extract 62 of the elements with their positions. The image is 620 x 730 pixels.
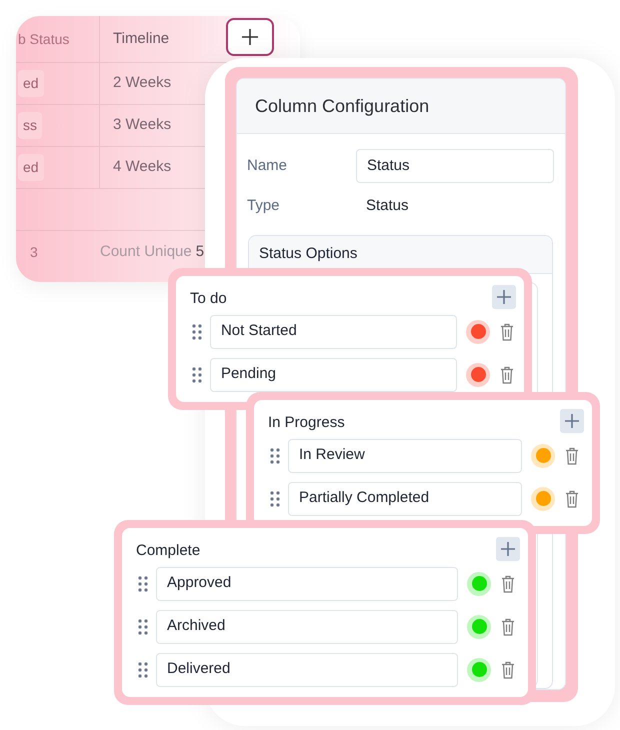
color-picker-button[interactable] <box>467 614 491 638</box>
footer-value: 3 <box>30 242 38 262</box>
drag-handle-icon[interactable] <box>138 576 148 592</box>
group-title: To do <box>190 289 227 309</box>
field-label: Name <box>247 156 288 176</box>
plus-icon <box>496 289 512 306</box>
field-label: Type <box>247 196 281 216</box>
summary-value: 5 <box>196 242 204 262</box>
drag-handle-icon[interactable] <box>192 324 202 340</box>
drag-handle-icon[interactable] <box>138 618 148 634</box>
add-column-button[interactable] <box>226 18 274 56</box>
color-picker-button[interactable] <box>467 658 491 682</box>
drag-handle-icon[interactable] <box>138 662 148 678</box>
summary-label: Count Unique <box>100 242 192 262</box>
plus-icon <box>241 28 259 46</box>
table-cell-text: 2 Weeks <box>113 73 172 94</box>
add-option-button[interactable] <box>492 285 516 310</box>
option-field[interactable]: Archived <box>156 610 458 644</box>
trash-icon <box>565 490 579 508</box>
trash-icon <box>501 660 515 678</box>
trash-icon <box>501 574 515 592</box>
delete-button[interactable] <box>498 366 516 384</box>
color-picker-button[interactable] <box>466 320 490 344</box>
color-picker-button[interactable] <box>467 572 491 596</box>
trash-icon <box>500 366 514 384</box>
group-title: In Progress <box>268 413 345 433</box>
option-field[interactable]: Approved <box>156 566 458 600</box>
plus-icon <box>500 541 516 558</box>
option-field[interactable]: In Review <box>288 438 522 472</box>
delete-button[interactable] <box>499 574 517 592</box>
add-option-button[interactable] <box>496 537 520 562</box>
table-cell-text: 4 Weeks <box>113 157 172 178</box>
add-option-button[interactable] <box>560 409 584 434</box>
drag-handle-icon[interactable] <box>270 448 280 464</box>
status-tag: ed <box>18 70 44 97</box>
group-title: Complete <box>136 541 200 561</box>
status-tag: ss <box>18 112 42 139</box>
option-field[interactable]: Partially Completed <box>288 482 522 516</box>
option-field[interactable]: Pending <box>210 358 457 392</box>
status-tag: ed <box>18 154 44 181</box>
column-header: b Status <box>18 30 70 48</box>
drag-handle-icon[interactable] <box>192 366 202 382</box>
option-field[interactable]: Not Started <box>210 314 457 348</box>
trash-icon <box>501 618 515 636</box>
panel-title: Column Configuration <box>237 79 565 134</box>
column-header: Timeline <box>113 28 170 49</box>
text-field[interactable]: Status <box>356 149 554 183</box>
trash-icon <box>565 446 579 464</box>
delete-button[interactable] <box>563 490 581 508</box>
table-cell-text: 3 Weeks <box>113 115 172 136</box>
plus-icon <box>564 413 580 430</box>
delete-button[interactable] <box>563 446 581 464</box>
trash-icon <box>500 322 514 340</box>
color-picker-button[interactable] <box>531 486 555 510</box>
delete-button[interactable] <box>498 322 516 340</box>
field-value: Status <box>365 196 409 216</box>
color-picker-button[interactable] <box>531 444 555 468</box>
delete-button[interactable] <box>499 660 517 678</box>
color-picker-button[interactable] <box>466 362 490 386</box>
option-field[interactable]: Delivered <box>156 652 458 686</box>
drag-handle-icon[interactable] <box>270 490 280 506</box>
delete-button[interactable] <box>499 618 517 636</box>
